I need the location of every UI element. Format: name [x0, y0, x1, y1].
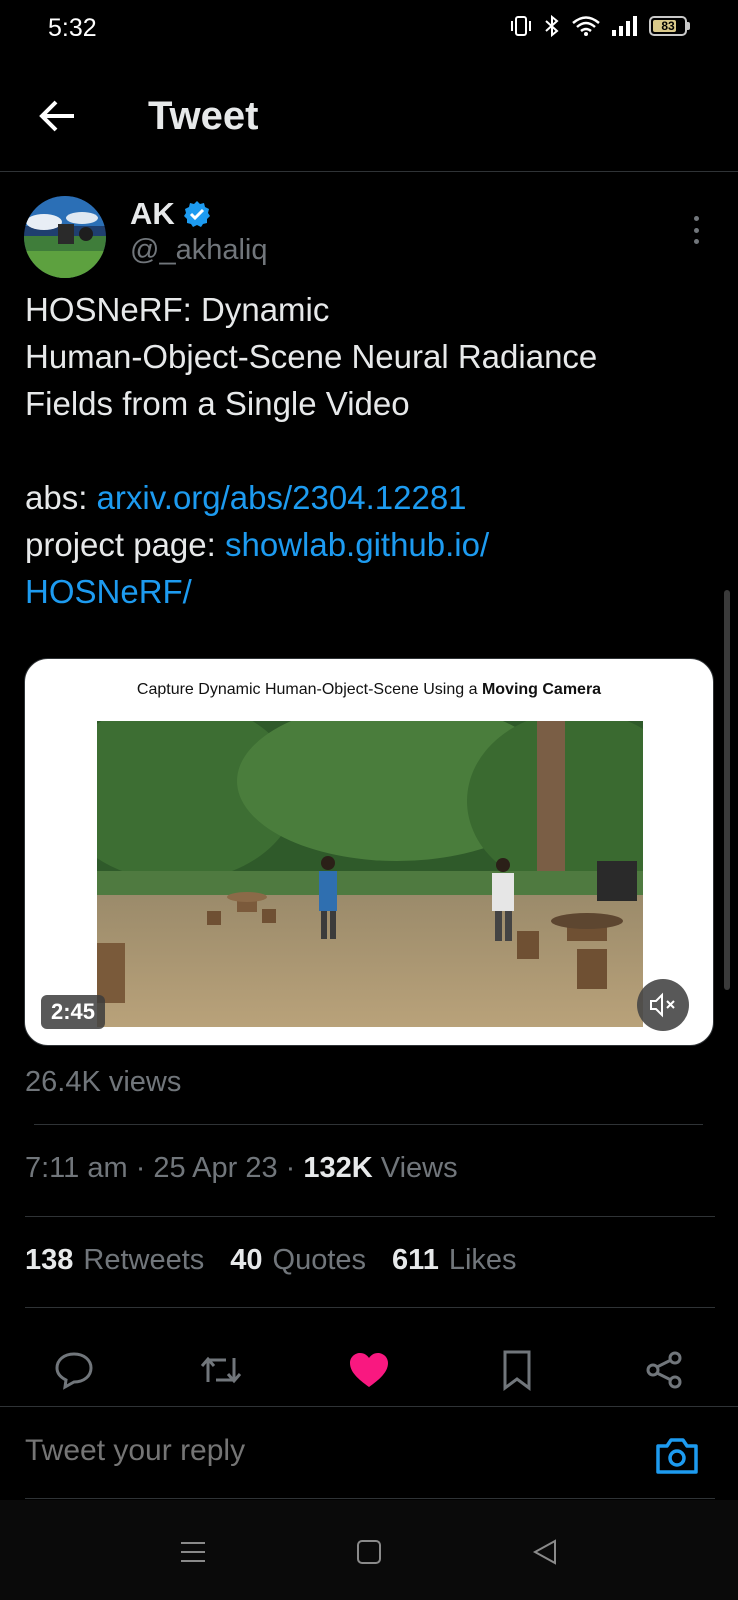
- video-duration: 2:45: [41, 995, 106, 1029]
- status-time: 5:32: [48, 14, 97, 42]
- home-nav-button[interactable]: [353, 1536, 385, 1568]
- quotes-count: 40: [230, 1244, 263, 1276]
- tweet-date: 25 Apr 23: [153, 1152, 278, 1184]
- reply-icon: [55, 1352, 93, 1390]
- video-player[interactable]: Capture Dynamic Human-Object-Scene Using…: [24, 658, 714, 1046]
- verified-badge-icon: [183, 201, 210, 227]
- video-caption-bold: Moving Camera: [481, 681, 602, 698]
- vibrate-icon: [511, 16, 531, 36]
- project-line: project page: showlab.github.io/: [25, 521, 715, 568]
- bookmark-button[interactable]: [489, 1342, 545, 1398]
- action-bar: [0, 1330, 738, 1410]
- mute-button[interactable]: [637, 979, 689, 1031]
- more-options-button[interactable]: [684, 212, 708, 248]
- battery-level: 83: [661, 19, 675, 33]
- project-link-continued[interactable]: HOSNeRF/: [25, 568, 715, 615]
- likes-label: Likes: [448, 1244, 517, 1276]
- bluetooth-icon: [545, 14, 559, 38]
- video-caption-text: Capture Dynamic Human-Object-Scene Using…: [136, 681, 482, 698]
- back-nav-button[interactable]: [529, 1536, 561, 1568]
- home-square-icon: [357, 1540, 381, 1564]
- share-button[interactable]: [636, 1342, 692, 1398]
- scrollbar[interactable]: [724, 590, 730, 990]
- tweet-line: Fields from a Single Video: [25, 385, 410, 422]
- video-caption: Capture Dynamic Human-Object-Scene Using…: [25, 681, 713, 699]
- retweets-stat[interactable]: 138 Retweets: [25, 1244, 204, 1277]
- engagement-stats: 138 Retweets 40 Quotes 611 Likes: [25, 1244, 517, 1277]
- signal-icon: [612, 16, 637, 36]
- back-button[interactable]: [36, 94, 80, 138]
- heart-icon: [350, 1353, 388, 1387]
- system-nav-bar: [0, 1500, 738, 1600]
- camera-icon[interactable]: [654, 1436, 700, 1476]
- bookmark-icon: [503, 1350, 531, 1391]
- tweet-line: HOSNeRF: Dynamic: [25, 291, 330, 328]
- page-title: Tweet: [148, 94, 259, 138]
- project-label: project page:: [25, 526, 225, 563]
- back-triangle-icon: [532, 1539, 556, 1565]
- retweets-count: 138: [25, 1244, 74, 1276]
- retweets-label: Retweets: [83, 1244, 205, 1276]
- divider: [34, 1124, 703, 1125]
- like-button[interactable]: [341, 1342, 397, 1398]
- video-frame: [97, 721, 643, 1027]
- tweet-line: Human-Object-Scene Neural Radiance: [25, 338, 598, 375]
- likes-stat[interactable]: 611 Likes: [392, 1244, 517, 1277]
- quotes-stat[interactable]: 40 Quotes: [230, 1244, 366, 1277]
- wifi-icon: [572, 16, 600, 36]
- tweet-text: HOSNeRF: Dynamic Human-Object-Scene Neur…: [25, 286, 715, 615]
- views-label: Views: [372, 1152, 458, 1184]
- reply-input[interactable]: [25, 1434, 625, 1468]
- menu-icon: [181, 1542, 205, 1562]
- divider: [25, 1216, 715, 1217]
- abs-link[interactable]: arxiv.org/abs/2304.12281: [97, 479, 467, 516]
- status-bar: 5:32 83: [0, 0, 738, 56]
- volume-muted-icon: [650, 992, 675, 1018]
- quotes-label: Quotes: [272, 1244, 367, 1276]
- more-dot-icon: [693, 216, 699, 221]
- back-arrow-icon: [39, 100, 74, 132]
- status-icons: 83: [509, 14, 690, 38]
- author-name[interactable]: AK: [130, 196, 211, 232]
- avatar-image: [24, 196, 106, 278]
- author-name-text: AK: [130, 196, 175, 231]
- top-bar: Tweet: [0, 76, 738, 172]
- video-view-count: 26.4K views: [25, 1066, 182, 1098]
- author-handle[interactable]: @_akhaliq: [130, 234, 267, 267]
- tweet-meta: 7:11 am · 25 Apr 23 · 132K Views: [25, 1152, 458, 1185]
- separator: ·: [277, 1152, 304, 1184]
- menu-nav-button[interactable]: [177, 1536, 209, 1568]
- divider: [25, 1498, 715, 1499]
- likes-count: 611: [392, 1244, 439, 1276]
- project-link[interactable]: showlab.github.io/: [225, 526, 489, 563]
- retweet-button[interactable]: [193, 1342, 249, 1398]
- retweet-icon: [200, 1356, 242, 1384]
- battery-icon: 83: [649, 16, 690, 36]
- more-dot-icon: [693, 227, 699, 233]
- avatar[interactable]: [24, 196, 106, 278]
- abs-line: abs: arxiv.org/abs/2304.12281: [25, 474, 715, 521]
- reply-composer: [0, 1406, 738, 1500]
- reply-button[interactable]: [46, 1342, 102, 1398]
- views-count: 132K: [303, 1152, 373, 1184]
- tweet-time: 7:11 am: [25, 1152, 128, 1184]
- separator: ·: [127, 1152, 154, 1184]
- more-dot-icon: [693, 239, 699, 244]
- share-icon: [646, 1351, 682, 1389]
- divider: [25, 1307, 715, 1308]
- abs-label: abs:: [25, 479, 97, 516]
